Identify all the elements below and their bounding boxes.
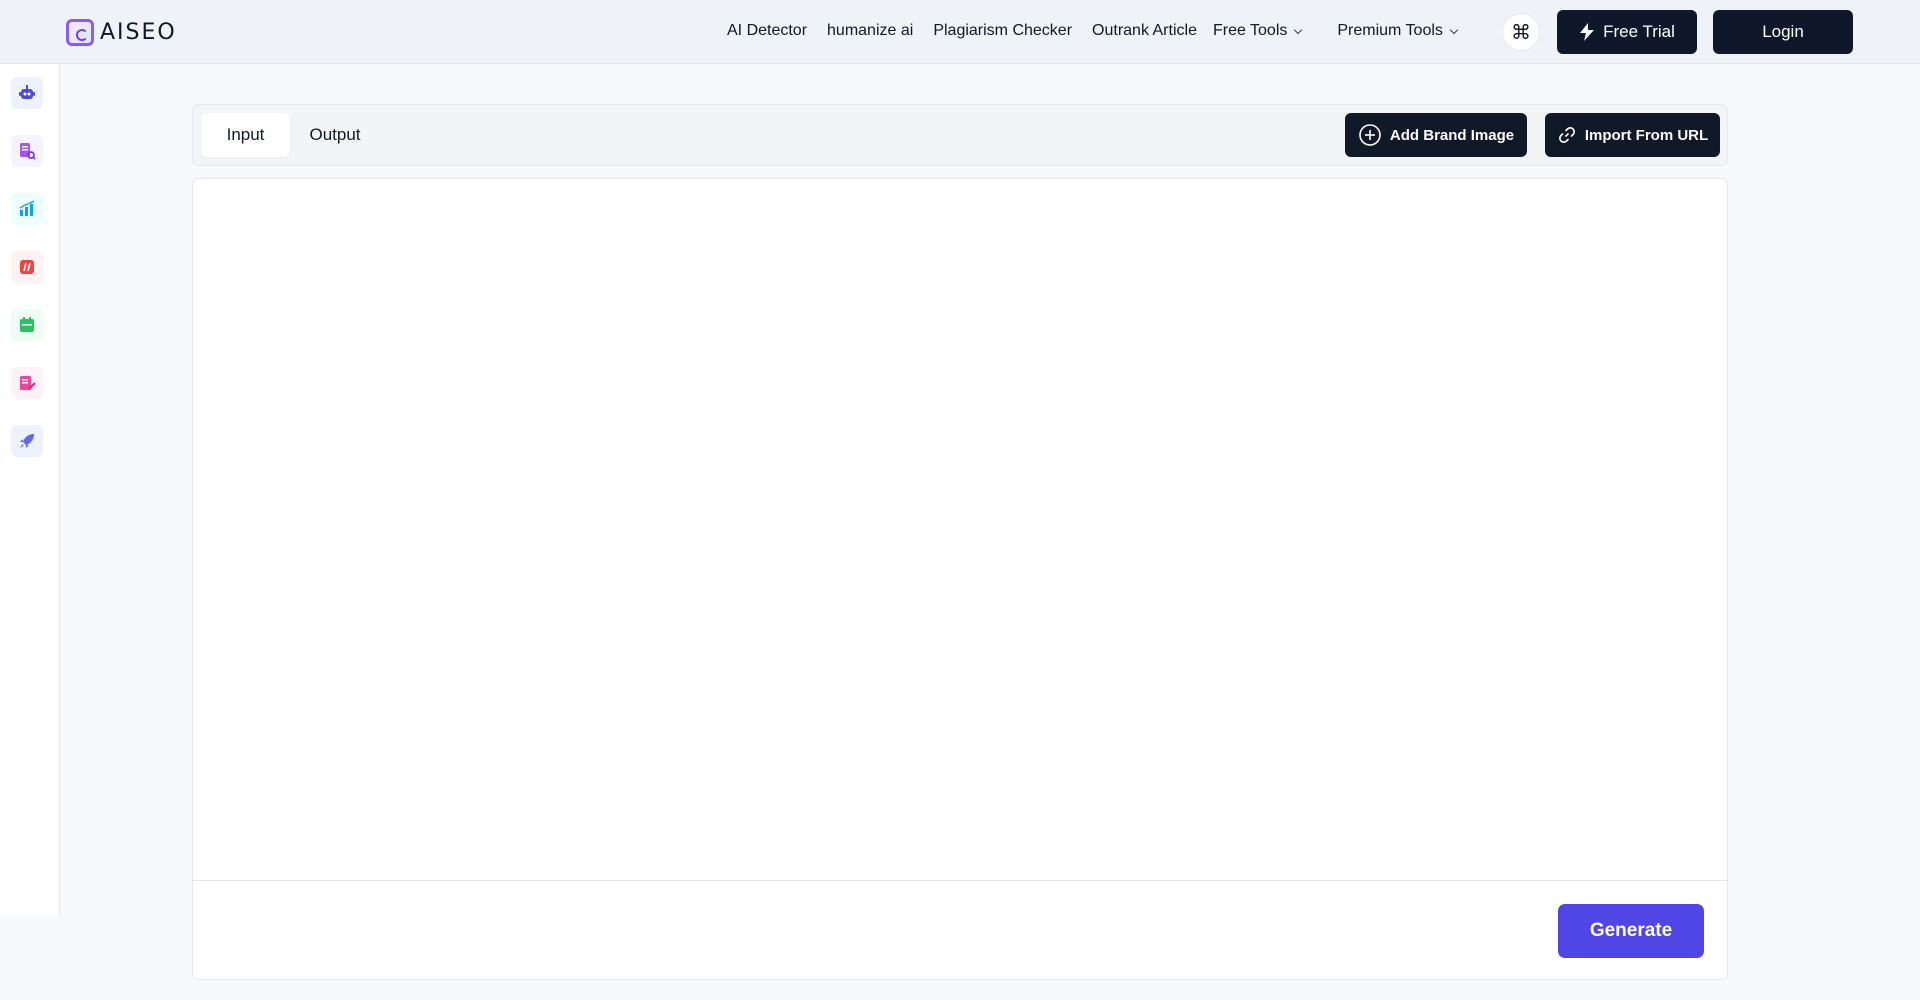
robot-icon bbox=[19, 85, 35, 99]
free-trial-label: Free Trial bbox=[1603, 22, 1675, 41]
nav-plagiarism-checker[interactable]: Plagiarism Checker bbox=[933, 22, 1072, 40]
sidebar-item-seo-checker[interactable] bbox=[11, 135, 43, 167]
top-navigation: AISEO AI Detector humanize ai Plagiarism… bbox=[0, 0, 1920, 64]
nav-outrank-article[interactable]: Outrank Article bbox=[1092, 22, 1197, 40]
chevron-down-icon bbox=[1294, 25, 1303, 34]
calendar-icon bbox=[20, 317, 34, 332]
sidebar-item-launch[interactable] bbox=[11, 425, 43, 457]
sidebar-item-ai-writer[interactable] bbox=[11, 77, 43, 109]
link-icon bbox=[1558, 127, 1575, 143]
aiseo-logo[interactable]: AISEO bbox=[66, 19, 177, 46]
editor-footer: Generate bbox=[192, 880, 1728, 980]
generate-button[interactable]: Generate bbox=[1558, 904, 1704, 958]
chevron-down-icon bbox=[1449, 25, 1459, 34]
free-trial-button[interactable]: Free Trial bbox=[1557, 10, 1697, 54]
nav-ai-detector[interactable]: AI Detector bbox=[727, 22, 807, 40]
command-menu-button[interactable]: ⌘ bbox=[1502, 13, 1540, 51]
content-editor bbox=[192, 178, 1728, 880]
bar-chart-icon bbox=[19, 200, 35, 216]
slash-tag-icon bbox=[20, 260, 34, 274]
import-from-url-button[interactable]: Import From URL bbox=[1545, 113, 1720, 157]
sidebar-item-calendar[interactable] bbox=[11, 309, 43, 341]
plus-circle-icon bbox=[1359, 124, 1381, 146]
nav-free-tools-label: Free Tools bbox=[1212, 22, 1288, 39]
sidebar-item-editor[interactable] bbox=[11, 367, 43, 399]
import-from-url-label: Import From URL bbox=[1584, 126, 1709, 144]
command-icon: ⌘ bbox=[1511, 21, 1531, 44]
tab-output[interactable]: Output bbox=[290, 113, 380, 157]
document-search-icon bbox=[20, 143, 36, 160]
logo-icon bbox=[66, 19, 94, 46]
tab-input[interactable]: Input bbox=[201, 113, 290, 157]
add-brand-image-button[interactable]: Add Brand Image bbox=[1345, 113, 1527, 157]
logo-text: AISEO bbox=[100, 20, 177, 45]
rocket-icon bbox=[20, 434, 34, 448]
lightning-icon bbox=[1580, 23, 1595, 41]
login-button[interactable]: Login bbox=[1713, 10, 1853, 54]
nav-free-tools-dropdown[interactable]: Free Tools bbox=[1212, 22, 1303, 40]
input-output-toolbar: Input Output Add Brand Image Import From… bbox=[192, 104, 1728, 166]
add-brand-image-label: Add Brand Image bbox=[1389, 126, 1515, 144]
content-input[interactable] bbox=[193, 179, 1727, 880]
nav-premium-tools-label: Premium Tools bbox=[1337, 22, 1443, 39]
nav-humanize-ai[interactable]: humanize ai bbox=[827, 22, 913, 40]
login-label: Login bbox=[1762, 22, 1804, 41]
sidebar-item-tags[interactable] bbox=[11, 251, 43, 283]
tools-sidebar bbox=[0, 64, 60, 916]
nav-premium-tools-dropdown[interactable]: Premium Tools bbox=[1337, 22, 1459, 40]
sidebar-item-analytics[interactable] bbox=[11, 193, 43, 225]
main-nav: AI Detector humanize ai Plagiarism Check… bbox=[727, 22, 1459, 40]
edit-document-icon bbox=[20, 376, 36, 390]
